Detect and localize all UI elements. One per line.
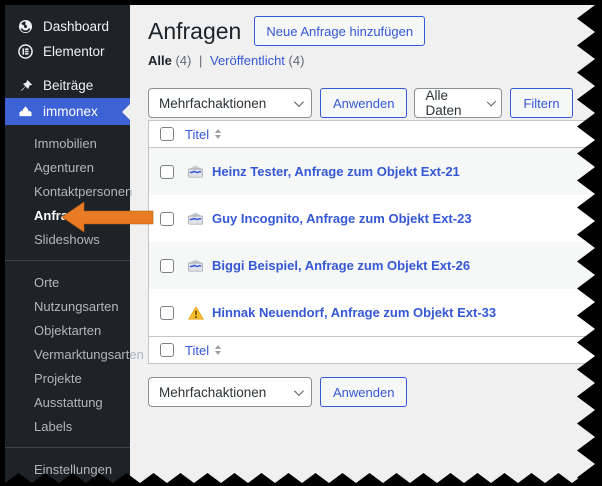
sidebar-item-label: immonex <box>43 104 98 119</box>
sidebar-item-ausstattung[interactable]: Ausstattung <box>5 390 130 414</box>
envelope-icon <box>187 165 204 178</box>
view-all-link[interactable]: Alle <box>148 53 172 68</box>
elementor-icon <box>18 44 33 59</box>
annotation-arrow-icon <box>61 201 154 233</box>
title-column-label: Titel <box>185 342 210 358</box>
chevron-down-icon <box>486 96 497 107</box>
view-published-link[interactable]: Veröffentlicht <box>210 53 285 68</box>
view-published-count: (4) <box>288 53 305 68</box>
row-title-link[interactable]: Hinnak Neuendorf, Anfrage zum Objekt Ext… <box>212 305 496 320</box>
sidebar-item-label: Beiträge <box>43 78 94 93</box>
table-footer-row: Titel <box>149 336 602 363</box>
row-checkbox-cell <box>149 164 185 179</box>
sidebar-item-projekte[interactable]: Projekte <box>5 366 130 390</box>
view-filter-links: Alle (4) | Veröffentlicht (4) <box>148 53 602 68</box>
row-checkbox[interactable] <box>160 211 174 226</box>
view-all-count: (4) <box>175 53 192 68</box>
envelope-icon <box>187 259 204 272</box>
chevron-down-icon <box>293 96 304 107</box>
bulk-actions-value: Mehrfachaktionen <box>159 384 267 400</box>
immonex-taxonomy-menu: Orte Nutzungsarten Objektarten Vermarktu… <box>5 270 144 438</box>
immonex-settings-menu: Einstellungen Energieskala <box>5 457 130 486</box>
page-title: Anfragen <box>148 18 242 44</box>
envelope-icon <box>187 212 204 225</box>
admin-sidebar: Dashboard Elementor Beiträge immonex Imm… <box>5 5 144 486</box>
immonex-icon <box>18 104 33 119</box>
row-checkbox[interactable] <box>160 305 174 320</box>
sidebar-divider <box>5 260 130 261</box>
apply-button-bottom[interactable]: Anwenden <box>320 377 408 407</box>
date-filter-select[interactable]: Alle Daten <box>414 88 503 118</box>
row-checkbox-cell <box>149 258 185 273</box>
apply-button[interactable]: Anwenden <box>320 88 408 118</box>
select-all-checkbox[interactable] <box>160 127 174 141</box>
bottom-toolbar: Mehrfachaktionen Anwenden <box>148 377 602 407</box>
row-checkbox-cell <box>149 305 185 320</box>
date-filter-value: Alle Daten <box>425 88 462 118</box>
main-content: Anfragen Neue Anfrage hinzufügen Alle (4… <box>130 5 602 486</box>
sidebar-item-beitraege[interactable]: Beiträge <box>5 73 130 98</box>
sidebar-item-label: Dashboard <box>43 19 110 34</box>
bulk-actions-select-bottom[interactable]: Mehrfachaktionen <box>148 377 312 407</box>
screenshot-frame: Dashboard Elementor Beiträge immonex Imm… <box>0 0 602 486</box>
add-new-button[interactable]: Neue Anfrage hinzufügen <box>254 16 426 46</box>
title-column-footer[interactable]: Titel <box>185 342 222 358</box>
table-row: Biggi Beispiel, Anfrage zum Objekt Ext-2… <box>149 242 602 289</box>
warning-icon <box>187 305 204 320</box>
dashboard-icon <box>18 19 33 34</box>
sidebar-item-energieskala[interactable]: Energieskala <box>5 481 130 486</box>
sidebar-item-orte[interactable]: Orte <box>5 270 130 294</box>
sidebar-item-nutzungsarten[interactable]: Nutzungsarten <box>5 294 130 318</box>
pin-icon <box>18 78 33 93</box>
sidebar-item-label: Elementor <box>43 44 105 59</box>
sidebar-item-elementor[interactable]: Elementor <box>5 39 130 64</box>
sidebar-item-labels[interactable]: Labels <box>5 414 130 438</box>
row-title-link[interactable]: Biggi Beispiel, Anfrage zum Objekt Ext-2… <box>212 258 470 273</box>
sidebar-item-objektarten[interactable]: Objektarten <box>5 318 130 342</box>
sidebar-item-immonex[interactable]: immonex <box>5 98 130 125</box>
bulk-actions-value: Mehrfachaktionen <box>159 95 267 111</box>
sort-arrows-icon <box>215 345 222 355</box>
sidebar-item-dashboard[interactable]: Dashboard <box>5 14 130 39</box>
table-row: Heinz Tester, Anfrage zum Objekt Ext-21 <box>149 148 602 195</box>
sidebar-divider <box>5 447 130 448</box>
title-column-header[interactable]: Titel <box>185 126 222 142</box>
immonex-submenu: Immobilien Agenturen Kontaktpersonen Anf… <box>5 131 132 251</box>
sidebar-item-immobilien[interactable]: Immobilien <box>5 131 130 155</box>
sidebar-item-agenturen[interactable]: Agenturen <box>5 155 130 179</box>
row-title-link[interactable]: Guy Incognito, Anfrage zum Objekt Ext-23 <box>212 211 472 226</box>
table-row: Guy Incognito, Anfrage zum Objekt Ext-23 <box>149 195 602 242</box>
select-all-cell <box>149 127 185 141</box>
top-toolbar: Mehrfachaktionen Anwenden Alle Daten Fil… <box>148 88 602 118</box>
row-title-link[interactable]: Heinz Tester, Anfrage zum Objekt Ext-21 <box>212 164 460 179</box>
posts-list-table: Titel Heinz Tester, Anfrage zum Objekt E… <box>148 120 602 364</box>
table-header-row: Titel <box>149 121 602 148</box>
title-column-label: Titel <box>185 126 210 142</box>
sort-arrows-icon <box>215 129 222 139</box>
select-all-checkbox[interactable] <box>160 343 174 357</box>
sidebar-item-einstellungen[interactable]: Einstellungen <box>5 457 130 481</box>
view-separator: | <box>198 53 203 68</box>
sidebar-item-vermarktungsarten[interactable]: Vermarktungsarten <box>5 342 144 366</box>
bulk-actions-select[interactable]: Mehrfachaktionen <box>148 88 312 118</box>
chevron-down-icon <box>293 385 304 396</box>
select-all-cell <box>149 343 185 357</box>
row-checkbox[interactable] <box>160 164 174 179</box>
row-checkbox[interactable] <box>160 258 174 273</box>
table-row: Hinnak Neuendorf, Anfrage zum Objekt Ext… <box>149 289 602 336</box>
page-header: Anfragen Neue Anfrage hinzufügen <box>148 16 602 46</box>
filter-button[interactable]: Filtern <box>510 88 573 118</box>
